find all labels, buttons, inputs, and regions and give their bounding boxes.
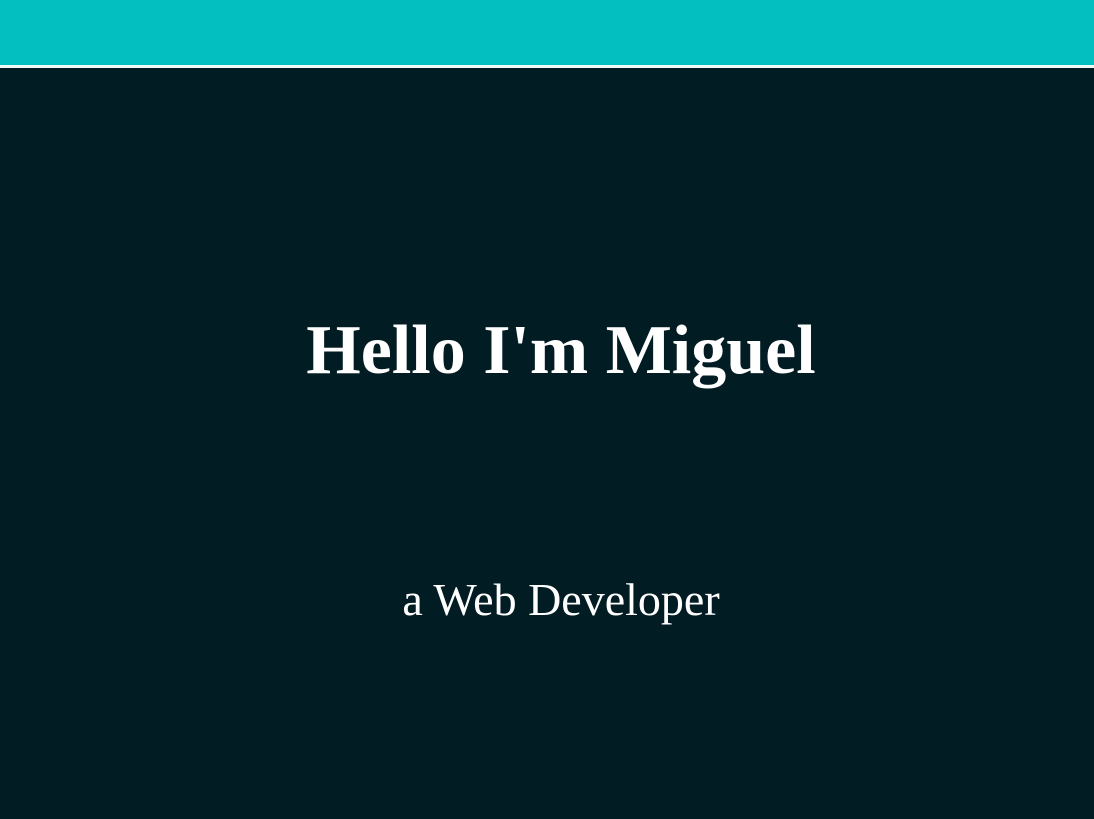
- hero-subtitle: a Web Developer: [402, 574, 720, 625]
- hero-section: [0, 68, 1094, 819]
- top-bar: [0, 0, 1094, 65]
- hero-title: Hello I'm Miguel: [306, 312, 816, 389]
